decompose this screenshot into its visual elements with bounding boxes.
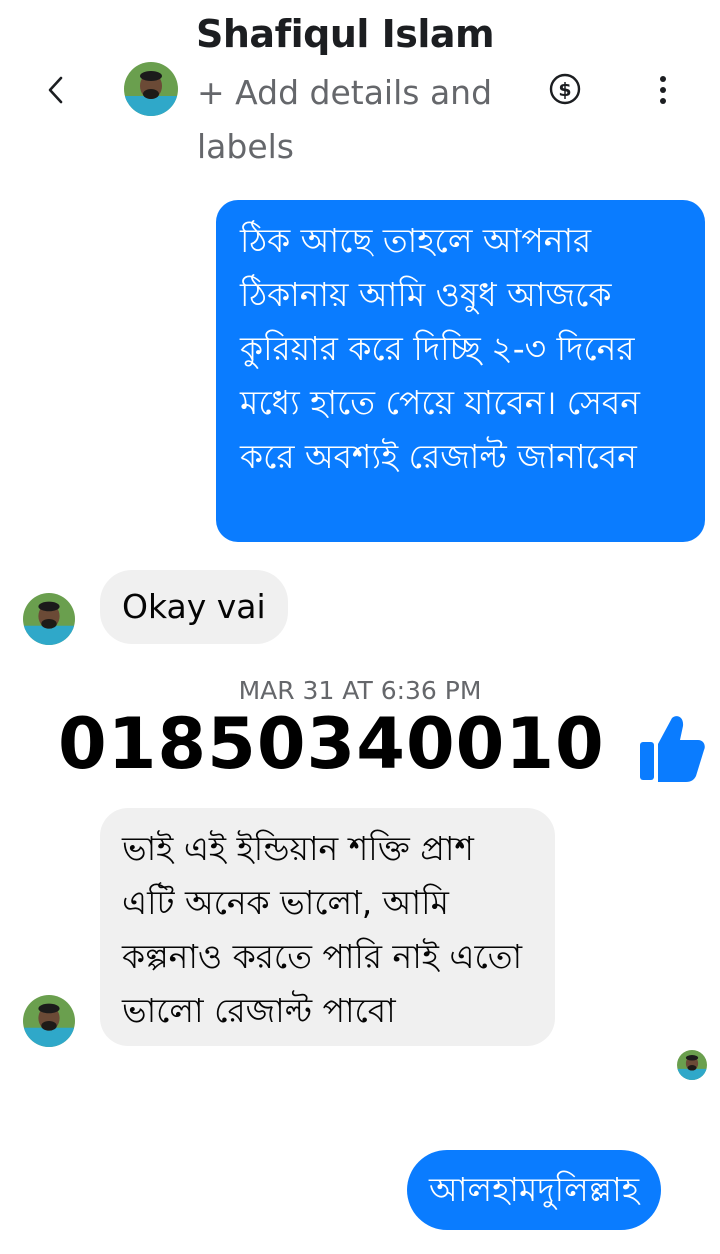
- more-options-icon: [660, 76, 666, 104]
- message-timestamp: MAR 31 AT 6:36 PM: [238, 676, 482, 705]
- sender-avatar: [23, 995, 75, 1047]
- message-outgoing[interactable]: ঠিক আছে তাহলে আপনার ঠিকানায় আমি ওষুধ আজ…: [216, 200, 705, 542]
- more-options-button[interactable]: [650, 72, 676, 108]
- thumbs-up-icon: [640, 716, 705, 782]
- payment-button[interactable]: $: [548, 72, 582, 106]
- message-incoming[interactable]: ভাই এই ইন্ডিয়ান শক্তি প্রাশ এটি অনেক ভা…: [100, 808, 555, 1046]
- phone-number-overlay: 01850340010: [58, 703, 605, 785]
- sender-avatar: [23, 593, 75, 645]
- back-button[interactable]: [40, 68, 70, 112]
- contact-avatar[interactable]: [124, 62, 178, 116]
- back-arrow-icon: [48, 76, 63, 104]
- like-button[interactable]: [636, 712, 706, 784]
- message-incoming[interactable]: Okay vai: [100, 570, 288, 644]
- contact-name[interactable]: Shafiqul Islam: [196, 12, 495, 56]
- message-outgoing[interactable]: আলহামদুলিল্লাহ: [407, 1150, 662, 1230]
- seen-receipt-avatar: [677, 1050, 707, 1080]
- dollar-icon: $: [549, 73, 581, 105]
- add-details-link[interactable]: + Add details and labels: [197, 66, 527, 174]
- svg-text:$: $: [558, 79, 571, 101]
